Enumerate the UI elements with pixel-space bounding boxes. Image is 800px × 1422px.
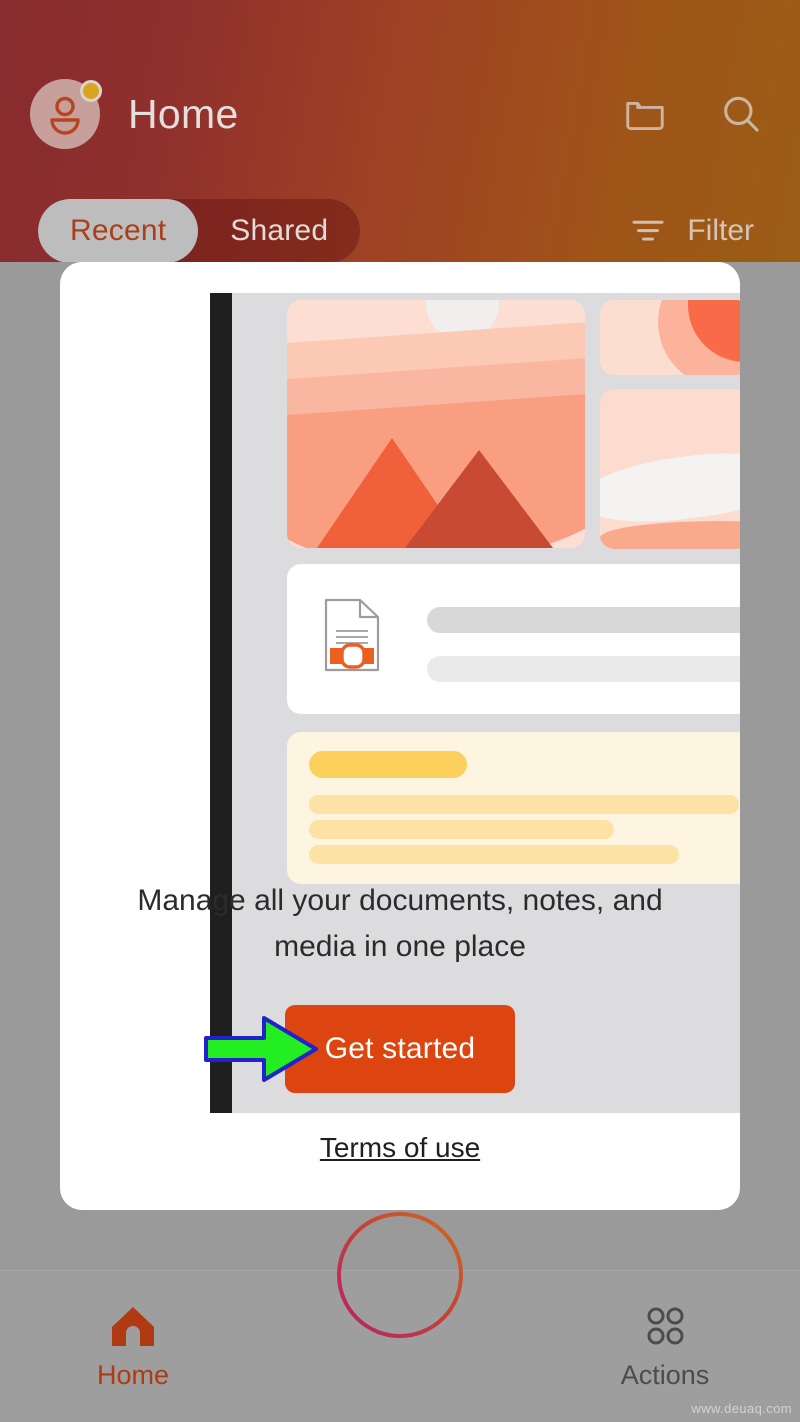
nav-label-actions: Actions <box>620 1360 710 1390</box>
bottom-navigation-bar: Home Actions <box>0 1212 800 1422</box>
document-row-card <box>287 564 740 714</box>
yellow-note-card <box>287 732 740 884</box>
hero-landscape-tile <box>287 300 585 548</box>
tab-group: Recent Shared <box>38 199 361 262</box>
green-arrow-pointer <box>204 1016 318 1082</box>
status-badge-dot <box>80 80 102 102</box>
search-icon[interactable] <box>718 91 764 137</box>
illustration-side-bar <box>210 293 232 1113</box>
note-line-2 <box>309 820 614 839</box>
filter-button[interactable]: Filter <box>627 210 762 252</box>
terms-of-use-link[interactable]: Terms of use <box>100 1132 700 1164</box>
nav-item-home[interactable]: Home <box>0 1302 266 1391</box>
tab-recent[interactable]: Recent <box>38 199 199 262</box>
pdf-document-icon <box>322 597 382 673</box>
avatar[interactable] <box>30 79 102 149</box>
cta-row: Get started <box>60 1004 740 1094</box>
app-root: Home Recent Shared Filter Manage all you… <box>0 0 800 1422</box>
nav-item-actions[interactable]: Actions <box>532 1302 798 1391</box>
person-avatar-icon <box>50 96 80 135</box>
header-actions <box>622 91 770 137</box>
small-image-tile-top <box>600 300 740 375</box>
illustration-page-surface <box>232 293 740 1113</box>
mountain-back <box>405 450 553 548</box>
page-title: Home <box>128 90 239 137</box>
app-header: Home Recent Shared Filter <box>0 0 800 262</box>
tabs-row: Recent Shared Filter <box>0 198 800 262</box>
grid-dots-icon <box>647 1307 684 1345</box>
note-title-bar <box>309 751 467 778</box>
folder-icon[interactable] <box>622 91 668 137</box>
modal-headline: Manage all your documents, notes, and me… <box>137 884 663 963</box>
nav-label-home: Home <box>96 1360 170 1390</box>
filter-label: Filter <box>687 214 754 247</box>
doc-placeholder-line-1 <box>427 607 740 633</box>
header-top-row: Home <box>0 64 800 164</box>
home-icon <box>112 1307 154 1346</box>
watermark: www.deuaq.com <box>691 1401 792 1416</box>
note-line-3 <box>309 845 679 864</box>
filter-icon <box>632 220 664 241</box>
tab-shared[interactable]: Shared <box>198 199 360 262</box>
base-shape <box>600 521 740 549</box>
note-line-1 <box>309 795 739 814</box>
small-image-tile-bottom <box>600 389 740 549</box>
onboarding-modal-card: Manage all your documents, notes, and me… <box>60 262 740 1210</box>
documents-notes-media-illustration <box>210 293 740 1113</box>
add-fab-button[interactable] <box>334 1209 466 1341</box>
doc-placeholder-line-2 <box>427 656 740 682</box>
sweep-shape <box>600 442 740 534</box>
